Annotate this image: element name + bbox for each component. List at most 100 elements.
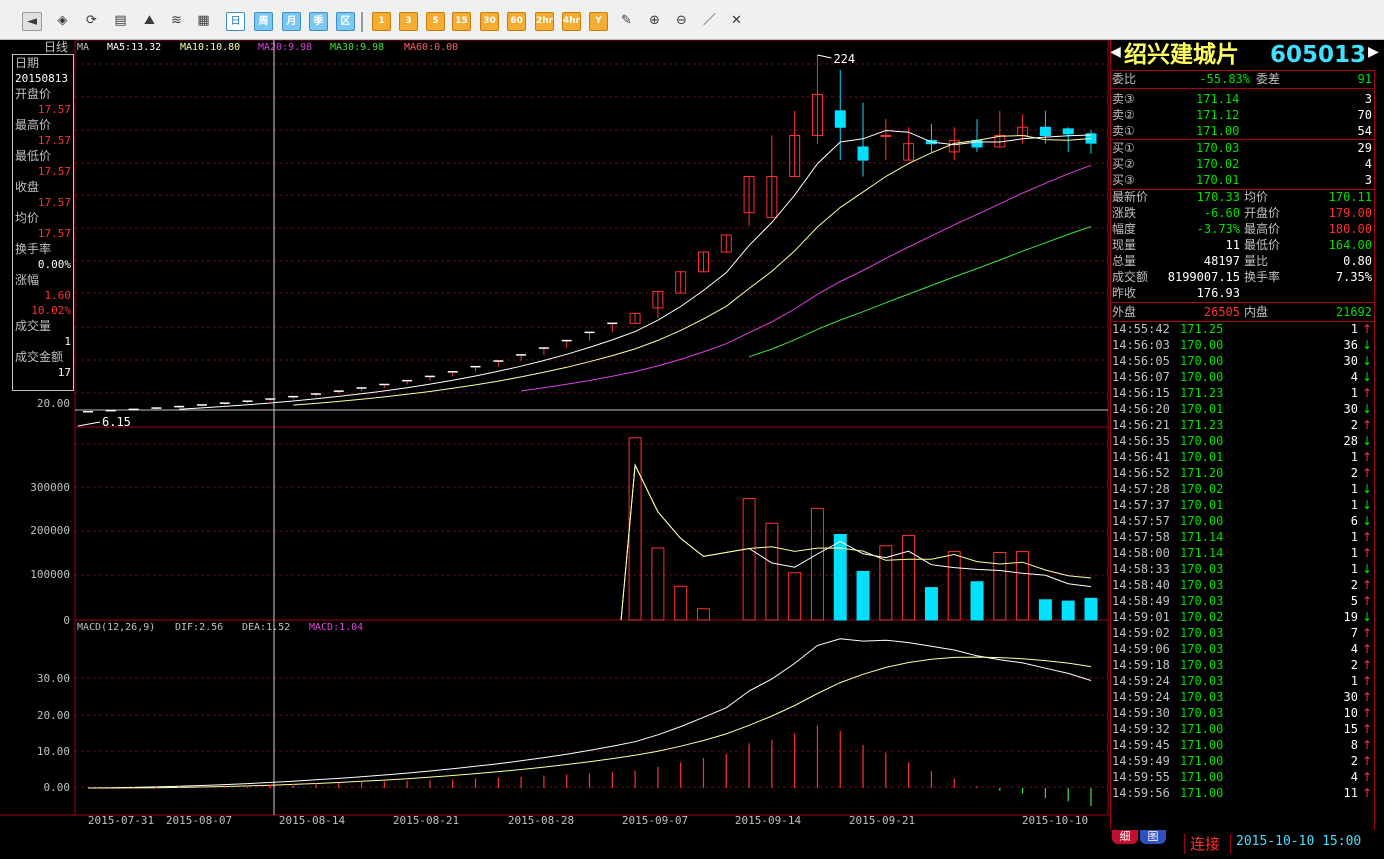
ma-title: MA [77, 42, 89, 53]
up-arrow-icon: ↑ [1361, 722, 1372, 736]
period-day-button[interactable]: 日 [226, 12, 245, 31]
kline-chart-svg[interactable]: 20.00300000200000100000030.0020.0010.000… [0, 40, 1110, 830]
tick-time: 14:56:15 [1112, 386, 1170, 400]
macd-tick-label: 30.00 [37, 672, 70, 685]
candle-body [971, 139, 983, 148]
quote-row: 涨跌 -6.60 开盘价 179.00 [1110, 205, 1384, 221]
tick-volume: 11 [1343, 786, 1358, 800]
quote-value-2: 179.00 [1328, 206, 1372, 220]
info-value: 17.57 [37, 165, 71, 178]
tick-row: 14:58:00 171.14 1 ↑ [1110, 545, 1384, 561]
ma-legend-20: MA60:0.00 [404, 42, 458, 53]
tick-price: 171.00 [1180, 738, 1224, 752]
prev-stock-arrow-icon[interactable]: ◀ [1110, 44, 1121, 60]
analysis-chart-button[interactable]: ≋ [167, 12, 186, 31]
period-2hr-button[interactable]: 2hr [535, 12, 554, 31]
dea-line [88, 656, 1092, 789]
clipboard-button[interactable]: ▤ [111, 12, 130, 31]
tab-chart[interactable]: 图 [1140, 830, 1166, 844]
low-marker-arrow [77, 421, 101, 427]
tick-time: 14:57:28 [1112, 482, 1170, 496]
info-label: 最低价 [15, 149, 52, 163]
inner-value: 21692 [1335, 305, 1372, 319]
up-arrow-icon: ↑ [1361, 738, 1372, 752]
tick-volume: 1 [1350, 386, 1358, 400]
date-axis-label: 2015-09-21 [849, 814, 915, 827]
panel-right-border [1374, 70, 1375, 830]
refresh-button[interactable]: ⟳ [82, 12, 101, 31]
bid-row: 买① 170.03 29 [1110, 140, 1384, 156]
period-week-button[interactable]: 周 [254, 12, 273, 31]
period-year-button[interactable]: Y [589, 12, 608, 31]
back-button[interactable]: ◄ [22, 12, 42, 31]
period-4hr-button[interactable]: 4hr [562, 12, 581, 31]
tick-time: 14:57:57 [1112, 514, 1170, 528]
multi-period-button[interactable]: 区 [336, 12, 355, 31]
bid-price: 170.03 [1196, 141, 1240, 155]
quote-label: 涨跌 [1112, 206, 1137, 220]
period-60min-button[interactable]: 60 [507, 12, 526, 31]
volume-tick-label: 0 [63, 614, 70, 627]
high-marker-label: 224 [833, 52, 855, 66]
tick-row: 14:59:32 171.00 15 ↑ [1110, 721, 1384, 737]
tick-row: 14:59:24 170.03 1 ↑ [1110, 673, 1384, 689]
period-5min-button[interactable]: 5 [426, 12, 445, 31]
quote-panel: ◀ 绍兴建城片 605013 ▶ 委比 -55.83% 委差 91 卖③ 171.14 3 卖… [1110, 40, 1384, 830]
volume-bar [924, 587, 938, 621]
tick-row: 14:57:28 170.02 1 ↓ [1110, 481, 1384, 497]
draw-line-button[interactable]: ／ [700, 12, 719, 31]
up-arrow-icon: ↑ [1361, 578, 1372, 592]
period-month-button[interactable]: 月 [282, 12, 301, 31]
info-label: 换手率 [15, 242, 52, 256]
period-1min-button[interactable]: 1 [372, 12, 391, 31]
period-30min-button[interactable]: 30 [480, 12, 499, 31]
period-season-button[interactable]: 季 [309, 12, 328, 31]
trend-chart-button[interactable]: ⛰ [140, 12, 159, 31]
down-arrow-icon: ↓ [1361, 610, 1372, 624]
tools-button[interactable]: ✕ [727, 12, 746, 31]
tick-volume: 2 [1350, 578, 1358, 592]
tick-price: 170.03 [1180, 658, 1224, 672]
tick-volume: 2 [1350, 466, 1358, 480]
tick-time: 14:58:33 [1112, 562, 1170, 576]
chart-area[interactable]: 20.00 300000 200000 100000 0 30.00 20.00 10.00 0… [0, 40, 1110, 830]
info-value: 1.60 [44, 289, 72, 302]
tick-time: 14:59:30 [1112, 706, 1170, 720]
tick-price: 170.01 [1180, 402, 1224, 416]
tick-time: 14:59:18 [1112, 658, 1170, 672]
zoom-in-button[interactable]: ⊕ [645, 12, 664, 31]
connection-status[interactable]: 连接 [1190, 833, 1220, 854]
tick-volume: 15 [1343, 722, 1358, 736]
info-box: 日期 20150813 开盘价 17.57 最高价 17.57 最低价 17.57 收盘 17.5… [12, 54, 74, 391]
tick-price: 170.01 [1180, 498, 1224, 512]
weidiff-value: 91 [1357, 72, 1372, 86]
next-stock-arrow-icon[interactable]: ▶ [1368, 44, 1379, 60]
up-arrow-icon: ↑ [1361, 322, 1372, 336]
tick-volume: 1 [1350, 482, 1358, 496]
quote-label-2: 最低价 [1244, 238, 1281, 252]
tick-volume: 1 [1350, 498, 1358, 512]
tab-detail[interactable]: 细 [1112, 830, 1138, 844]
low-marker-label: 6.15 [102, 415, 131, 429]
outer-label: 外盘 [1112, 305, 1137, 319]
cube-icon-button[interactable]: ◈ [53, 12, 72, 31]
tick-price: 171.14 [1180, 546, 1224, 560]
date-axis-label: 2015-07-31 [88, 814, 154, 827]
quote-value: 48197 [1203, 254, 1240, 268]
quote-row: 成交额 8199007.15 换手率 7.35% [1110, 269, 1384, 285]
period-3min-button[interactable]: 3 [399, 12, 418, 31]
zoom-out-button[interactable]: ⊖ [672, 12, 691, 31]
tick-price: 170.03 [1180, 674, 1224, 688]
ask-row: 卖① 171.00 54 [1110, 123, 1384, 139]
tick-price: 171.25 [1180, 322, 1224, 336]
tick-row: 14:58:40 170.03 2 ↑ [1110, 577, 1384, 593]
period-15min-button[interactable]: 15 [452, 12, 471, 31]
table-button[interactable]: ▦ [194, 12, 213, 31]
tick-price: 171.23 [1180, 418, 1224, 432]
notes-button[interactable]: ✎ [617, 12, 636, 31]
tick-price: 170.00 [1180, 514, 1224, 528]
down-arrow-icon: ↓ [1361, 402, 1372, 416]
quote-label: 总量 [1112, 254, 1137, 268]
tick-volume: 30 [1343, 354, 1358, 368]
tick-price: 170.03 [1180, 690, 1224, 704]
